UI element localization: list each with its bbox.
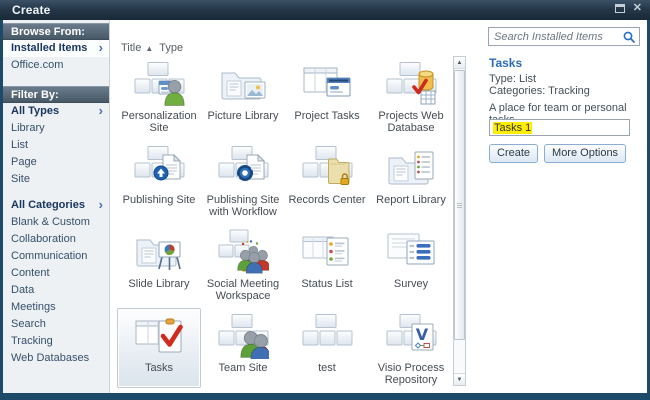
sidebar-item-search[interactable]: Search [3,316,109,333]
slide-library-icon [136,239,181,270]
personalization-site-icon [134,62,185,106]
selected-item-type: Type: List [489,73,537,85]
picture-library-icon [221,72,266,100]
dialog-title: Create [12,3,51,17]
sidebar-item-site[interactable]: Site [3,171,109,188]
scroll-up-icon[interactable]: ▲ [454,57,465,69]
maximize-icon[interactable] [614,3,625,13]
site-boxes-icon [302,314,353,346]
sidebar-item-list[interactable]: List [3,137,109,154]
records-center-icon [302,146,353,185]
vertical-scrollbar[interactable]: ▲ ▼ [453,56,466,386]
grid-item-visio-process-repository[interactable]: V Visio Process Repository [369,308,453,390]
scrollbar-thumb[interactable] [454,70,465,340]
sidebar-item-all-types[interactable]: All Types › [3,103,109,120]
more-options-button[interactable]: More Options [544,144,627,163]
template-gallery: Title ▲ Type Personalization Site Pictur… [111,20,452,393]
scroll-down-icon[interactable]: ▼ [454,373,465,385]
create-button[interactable]: Create [489,144,539,163]
sidebar-item-meetings[interactable]: Meetings [3,299,109,316]
dialog-body: Browse From: Installed Items › Office.co… [3,20,647,393]
publishing-site-workflow-icon [218,146,269,181]
grid-item-social-meeting-workspace[interactable]: Social Meeting Workspace [201,224,285,306]
chevron-right-icon: › [98,197,103,212]
tasks-icon [135,318,183,353]
selected-item-title: Tasks [489,56,523,70]
grid-item-publishing-site[interactable]: Publishing Site [117,140,201,222]
sidebar-item-web-databases[interactable]: Web Databases [3,350,109,367]
grid-item-picture-library[interactable]: Picture Library [201,56,285,138]
sidebar-item-blank-custom[interactable]: Blank & Custom [3,214,109,231]
sidebar-item-data[interactable]: Data [3,282,109,299]
grid-item-personalization-site[interactable]: Personalization Site [117,56,201,138]
report-library-icon [388,151,434,185]
template-grid: Personalization Site Picture Library Pro… [117,56,455,392]
sort-bar: Title ▲ Type [121,42,183,54]
sidebar-item-office-com[interactable]: Office.com [3,57,109,74]
search-input[interactable]: Search Installed Items [488,27,640,46]
sort-by-title[interactable]: Title [121,42,141,54]
sidebar-item-page[interactable]: Page [3,154,109,171]
sort-by-type[interactable]: Type [159,42,183,54]
grid-item-status-list[interactable]: Status List [285,224,369,306]
close-icon[interactable]: ✕ [633,3,642,14]
grid-item-test[interactable]: test [285,308,369,390]
grid-item-records-center[interactable]: Records Center [285,140,369,222]
grid-item-report-library[interactable]: Report Library [369,140,453,222]
sidebar-item-tracking[interactable]: Tracking [3,333,109,350]
grid-item-team-site[interactable]: Team Site [201,308,285,390]
sort-ascending-icon: ▲ [145,44,154,53]
search-icon[interactable] [621,30,637,44]
sidebar: Browse From: Installed Items › Office.co… [3,20,110,393]
status-list-icon [302,236,349,266]
grid-item-project-tasks[interactable]: Project Tasks [285,56,369,138]
details-panel: Search Installed Items Tasks Type: List … [467,20,647,393]
sidebar-item-installed-items[interactable]: Installed Items › [3,40,109,57]
item-name-input[interactable]: Tasks 1 [489,119,630,136]
grid-item-slide-library[interactable]: Slide Library [117,224,201,306]
grid-item-publishing-site-workflow[interactable]: Publishing Site with Workflow [201,140,285,222]
dialog-titlebar: Create ✕ [0,0,650,20]
projects-web-database-icon [386,62,437,105]
sidebar-item-all-categories[interactable]: All Categories › [3,197,109,214]
filter-by-header: Filter By: [3,86,109,103]
search-placeholder: Search Installed Items [494,30,603,43]
create-dialog: Create ✕ Browse From: Installed Items › … [0,0,650,400]
grid-item-projects-web-database[interactable]: Projects Web Database [369,56,453,138]
chevron-right-icon: › [98,103,103,118]
sidebar-item-communication[interactable]: Communication [3,248,109,265]
project-tasks-icon [303,67,351,97]
sidebar-item-collaboration[interactable]: Collaboration [3,231,109,248]
selected-item-categories: Categories: Tracking [489,85,590,97]
visio-process-repository-icon: V [386,314,437,351]
item-name-value: Tasks 1 [493,121,533,134]
grid-item-tasks[interactable]: Tasks [117,308,201,388]
sidebar-item-content[interactable]: Content [3,265,109,282]
survey-icon [387,233,435,265]
grid-item-survey[interactable]: Survey [369,224,453,306]
browse-from-header: Browse From: [3,23,109,40]
svg-text:V: V [416,325,429,344]
chevron-right-icon: › [98,40,103,55]
team-site-icon [218,314,269,359]
sidebar-item-library[interactable]: Library [3,120,109,137]
publishing-site-icon [134,146,185,181]
social-meeting-workspace-icon [218,229,269,274]
